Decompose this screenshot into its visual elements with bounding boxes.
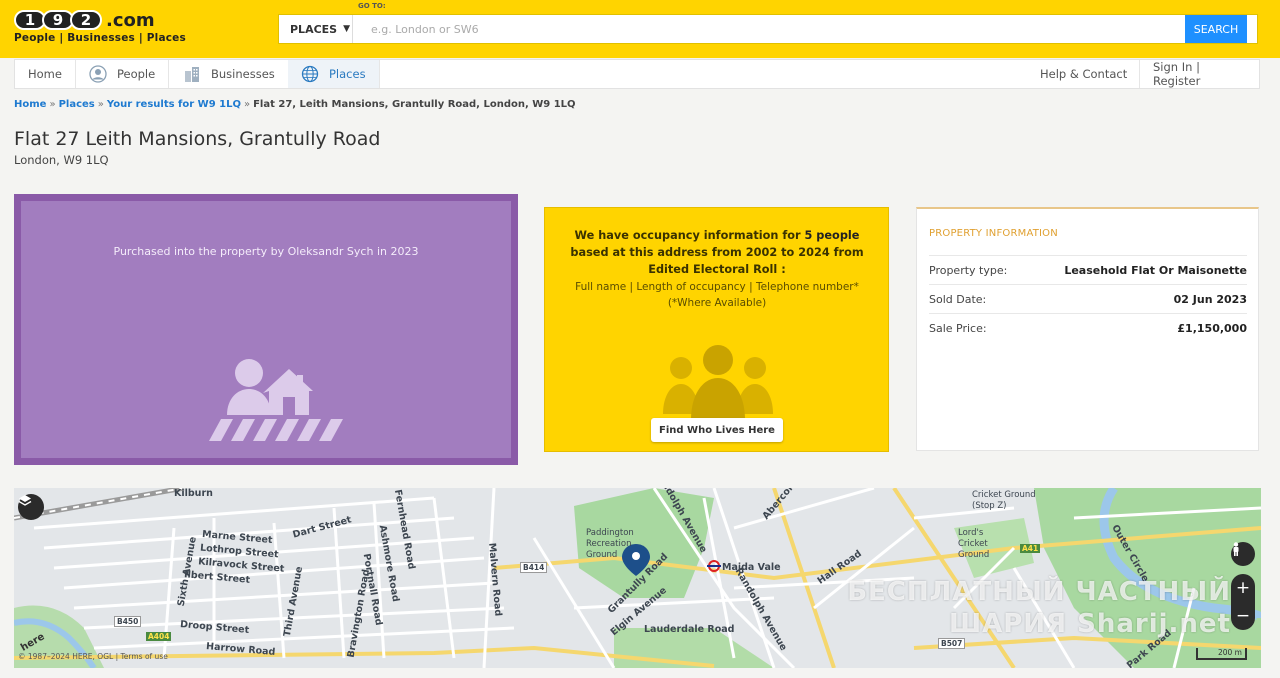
nav-item-home[interactable]: Home xyxy=(15,60,76,88)
logo-tagline: People | Businesses | Places xyxy=(14,32,186,44)
map-label: Maida Vale xyxy=(722,562,781,573)
map-scale: 200 m xyxy=(1195,648,1247,660)
nav-item-places[interactable]: Places xyxy=(288,60,380,88)
nav-item-label: Businesses xyxy=(211,67,275,81)
zoom-out-button[interactable]: − xyxy=(1231,602,1255,630)
property-key: Sale Price: xyxy=(929,321,987,335)
logo-suffix: .com xyxy=(106,9,155,31)
signin-register-link[interactable]: Sign In | Register xyxy=(1139,60,1259,88)
property-row: Sold Date: 02 Jun 2023 xyxy=(929,284,1247,313)
person-icon xyxy=(89,65,107,83)
help-contact-link[interactable]: Help & Contact xyxy=(1027,60,1140,88)
map-copyright[interactable]: © 1987–2024 HERE, OGL | Terms of use xyxy=(18,652,168,661)
nav-item-people[interactable]: People xyxy=(76,60,170,88)
property-row: Sale Price: £1,150,000 xyxy=(929,313,1247,342)
breadcrumb-home[interactable]: Home xyxy=(14,99,46,110)
main-nav: Home People Businesses Places Help & Con… xyxy=(14,59,1260,89)
globe-icon xyxy=(301,65,319,83)
location-map[interactable]: Kilburn Marne Street Lothrop Street Kilr… xyxy=(14,488,1261,668)
find-who-lives-here-button[interactable]: Find Who Lives Here xyxy=(651,418,783,442)
map-label: Kilburn xyxy=(174,488,213,499)
map-label: Cricket Ground (Stop Z) xyxy=(972,490,1036,511)
property-value: Leasehold Flat Or Maisonette xyxy=(1064,263,1247,277)
map-label: Lord's Cricket Ground xyxy=(958,528,990,560)
goto-label: GO TO: xyxy=(358,2,386,10)
nav-item-businesses[interactable]: Businesses xyxy=(170,60,289,88)
layers-icon xyxy=(18,495,32,506)
property-value: 02 Jun 2023 xyxy=(1173,292,1247,306)
nav-item-label: Places xyxy=(329,67,366,81)
map-zoom-control: + − xyxy=(1231,574,1255,630)
property-value: £1,150,000 xyxy=(1177,321,1247,335)
buildings-icon xyxy=(183,65,201,83)
map-layers-button[interactable] xyxy=(18,494,44,520)
zoom-in-button[interactable]: + xyxy=(1231,574,1255,602)
search-type-label: PLACES xyxy=(290,22,338,36)
chevron-down-icon: ▼ xyxy=(343,24,351,34)
search-type-select[interactable]: PLACES ▼ xyxy=(279,15,353,43)
road-badge: B450 xyxy=(114,616,142,627)
watermark: БЕСПЛАТНЫЙ ЧАСТНЫЙ ШАРИЯ Sharij.net xyxy=(847,576,1231,640)
people-group-icon xyxy=(663,345,773,420)
search-input[interactable] xyxy=(355,15,1185,43)
property-key: Property type: xyxy=(929,263,1008,277)
breadcrumb-results[interactable]: Your results for W9 1LQ xyxy=(107,99,241,110)
breadcrumb-current: Flat 27, Leith Mansions, Grantully Road,… xyxy=(253,99,576,110)
breadcrumb: Home» Places» Your results for W9 1LQ» Flat… xyxy=(14,99,576,110)
search-bar: PLACES ▼ SEARCH xyxy=(278,14,1258,44)
street-view-button[interactable] xyxy=(1231,542,1255,566)
map-label: Paddington Recreation Ground xyxy=(586,528,634,560)
purchase-text: Purchased into the property by Oleksandr… xyxy=(113,245,419,258)
road-badge: A41 xyxy=(1020,544,1041,553)
page-title: Flat 27 Leith Mansions, Grantully Road xyxy=(14,128,381,150)
house-purchase-icon xyxy=(209,359,343,441)
road-badge: A404 xyxy=(146,632,172,641)
pegman-icon xyxy=(1233,542,1239,556)
search-button[interactable]: SEARCH xyxy=(1185,15,1247,43)
site-logo[interactable]: 1 9 2 .com People | Businesses | Places xyxy=(14,10,204,46)
property-row: Property type: Leasehold Flat Or Maisone… xyxy=(929,255,1247,284)
watermark-line: БЕСПЛАТНЫЙ ЧАСТНЫЙ xyxy=(847,577,1231,607)
occupancy-details: Full name | Length of occupancy | Teleph… xyxy=(575,281,859,309)
property-info-card: PROPERTY INFORMATION Property type: Leas… xyxy=(916,207,1259,451)
map-label: Lauderdale Road xyxy=(644,624,735,635)
property-key: Sold Date: xyxy=(929,292,987,306)
watermark-line: ШАРИЯ Sharij.net xyxy=(948,609,1231,639)
road-badge: B414 xyxy=(520,562,548,573)
occupancy-count: 5 people xyxy=(804,229,860,242)
occupancy-suffix: based at this address from 2002 to 2024 … xyxy=(570,246,864,276)
page-subtitle: London, W9 1LQ xyxy=(14,153,109,167)
nav-item-label: People xyxy=(117,67,156,81)
breadcrumb-places[interactable]: Places xyxy=(59,99,95,110)
purchase-card: Purchased into the property by Oleksandr… xyxy=(14,194,518,465)
logo-digit: 2 xyxy=(70,10,102,30)
nav-item-label: Home xyxy=(28,67,62,81)
header-bar: 1 9 2 .com People | Businesses | Places … xyxy=(0,0,1280,58)
occupancy-text: We have occupancy information for 5 peop… xyxy=(559,227,875,278)
occupancy-prefix: We have occupancy information for xyxy=(574,229,805,242)
occupancy-card: We have occupancy information for 5 peop… xyxy=(544,207,889,452)
property-info-title: PROPERTY INFORMATION xyxy=(929,228,1058,239)
